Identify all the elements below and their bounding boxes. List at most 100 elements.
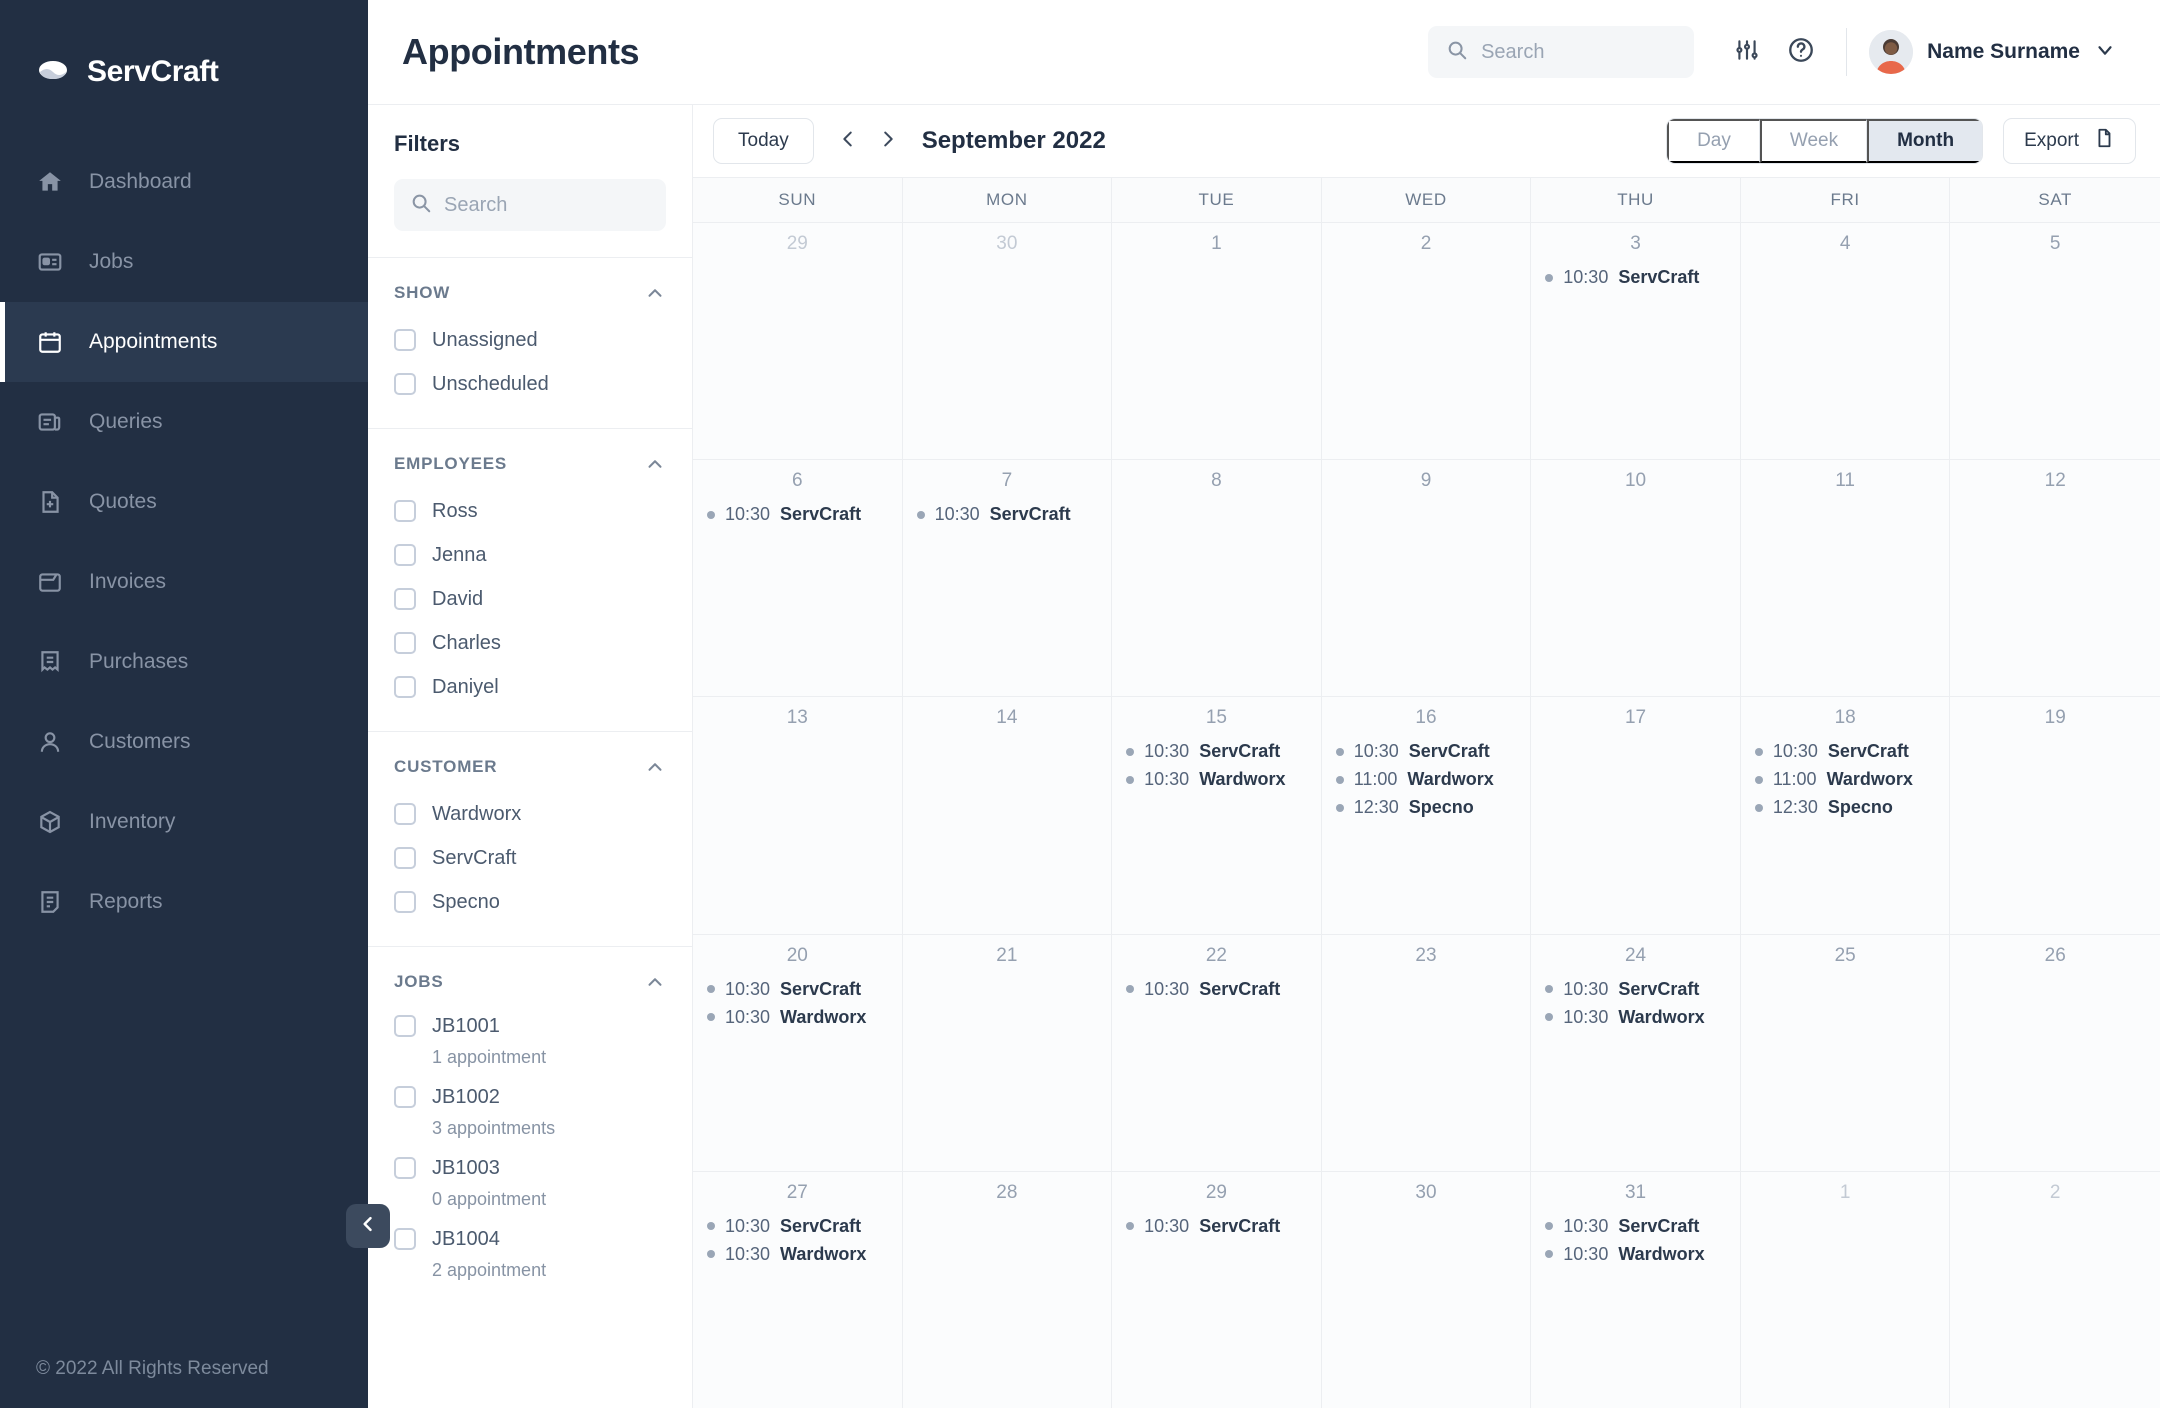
prev-month-button[interactable]	[828, 121, 868, 161]
view-day-button[interactable]: Day	[1667, 119, 1760, 163]
appointment-event[interactable]: 12:30 Specno	[1335, 797, 1517, 818]
sidebar-item-customers[interactable]: Customers	[0, 702, 368, 782]
appointment-event[interactable]: 12:30 Specno	[1754, 797, 1936, 818]
checkbox[interactable]	[394, 373, 416, 395]
checkbox[interactable]	[394, 676, 416, 698]
appointment-event[interactable]: 11:00 Wardworx	[1335, 769, 1517, 790]
sidebar-item-appointments[interactable]: Appointments	[0, 302, 368, 382]
filter-option-jb1004[interactable]: JB1004	[394, 1220, 666, 1264]
chevron-up-icon[interactable]	[644, 971, 666, 993]
checkbox[interactable]	[394, 588, 416, 610]
calendar-day-cell[interactable]: 29 10:30 ServCraft	[1112, 1171, 1322, 1408]
sidebar-item-invoices[interactable]: Invoices	[0, 542, 368, 622]
calendar-day-cell[interactable]: 20 10:30 ServCraft 10:30 Wardworx	[693, 934, 903, 1171]
filter-option-jb1001[interactable]: JB1001	[394, 1007, 666, 1051]
calendar-day-cell[interactable]: 7 10:30 ServCraft	[902, 460, 1113, 697]
filter-option-daniyel[interactable]: Daniyel	[394, 665, 666, 709]
calendar-day-cell[interactable]: 25	[1740, 934, 1951, 1171]
appointment-event[interactable]: 10:30 Wardworx	[1126, 769, 1307, 790]
checkbox[interactable]	[394, 1015, 416, 1037]
filter-option-unscheduled[interactable]: Unscheduled	[394, 362, 666, 406]
appointment-event[interactable]: 10:30 ServCraft	[707, 979, 888, 1000]
calendar-day-cell[interactable]: 22 10:30 ServCraft	[1112, 934, 1322, 1171]
calendar-day-cell[interactable]: 30	[1321, 1171, 1532, 1408]
calendar-day-cell[interactable]: 29	[693, 223, 903, 460]
appointment-event[interactable]: 10:30 ServCraft	[1545, 979, 1726, 1000]
appointment-event[interactable]: 10:30 ServCraft	[1126, 1216, 1307, 1237]
sidebar-item-inventory[interactable]: Inventory	[0, 782, 368, 862]
calendar-day-cell[interactable]: 2	[1950, 1171, 2160, 1408]
chevron-up-icon[interactable]	[644, 282, 666, 304]
appointment-event[interactable]: 10:30 Wardworx	[707, 1007, 888, 1028]
filter-group-header[interactable]: SHOW	[394, 282, 666, 304]
checkbox[interactable]	[394, 329, 416, 351]
appointment-event[interactable]: 10:30 ServCraft	[916, 504, 1098, 525]
calendar-day-cell[interactable]: 21	[902, 934, 1113, 1171]
calendar-day-cell[interactable]: 1	[1112, 223, 1322, 460]
filter-option-unassigned[interactable]: Unassigned	[394, 318, 666, 362]
calendar-day-cell[interactable]: 12	[1950, 460, 2160, 697]
calendar-day-cell[interactable]: 14	[902, 697, 1113, 934]
appointment-event[interactable]: 10:30 ServCraft	[1126, 979, 1307, 1000]
checkbox[interactable]	[394, 544, 416, 566]
appointment-event[interactable]: 11:00 Wardworx	[1754, 769, 1936, 790]
appointment-event[interactable]: 10:30 Wardworx	[707, 1244, 888, 1265]
sidebar-item-reports[interactable]: Reports	[0, 862, 368, 942]
filter-option-ross[interactable]: Ross	[394, 489, 666, 533]
settings-button[interactable]	[1724, 29, 1770, 75]
chevron-up-icon[interactable]	[644, 453, 666, 475]
calendar-day-cell[interactable]: 18 10:30 ServCraft 11:00 Wardworx 12:30 Specno	[1740, 697, 1951, 934]
chevron-up-icon[interactable]	[644, 756, 666, 778]
appointment-event[interactable]: 10:30 ServCraft	[1545, 267, 1726, 288]
calendar-day-cell[interactable]: 19	[1950, 697, 2160, 934]
checkbox[interactable]	[394, 632, 416, 654]
calendar-day-cell[interactable]: 5	[1950, 223, 2160, 460]
filter-option-servcraft[interactable]: ServCraft	[394, 836, 666, 880]
calendar-day-cell[interactable]: 27 10:30 ServCraft 10:30 Wardworx	[693, 1171, 903, 1408]
checkbox[interactable]	[394, 1086, 416, 1108]
checkbox[interactable]	[394, 1228, 416, 1250]
appointment-event[interactable]: 10:30 ServCraft	[1335, 741, 1517, 762]
sidebar-collapse-button[interactable]	[346, 1204, 390, 1248]
calendar-day-cell[interactable]: 24 10:30 ServCraft 10:30 Wardworx	[1531, 934, 1741, 1171]
view-week-button[interactable]: Week	[1759, 119, 1868, 163]
sidebar-item-quotes[interactable]: Quotes	[0, 462, 368, 542]
calendar-day-cell[interactable]: 10	[1531, 460, 1741, 697]
filter-option-specno[interactable]: Specno	[394, 880, 666, 924]
appointment-event[interactable]: 10:30 ServCraft	[1126, 741, 1307, 762]
calendar-day-cell[interactable]: 13	[693, 697, 903, 934]
calendar-day-cell[interactable]: 1	[1740, 1171, 1951, 1408]
calendar-day-cell[interactable]: 6 10:30 ServCraft	[693, 460, 903, 697]
filter-group-header[interactable]: JOBS	[394, 971, 666, 993]
sidebar-item-queries[interactable]: Queries	[0, 382, 368, 462]
calendar-day-cell[interactable]: 31 10:30 ServCraft 10:30 Wardworx	[1531, 1171, 1741, 1408]
brand[interactable]: ServCraft	[0, 0, 368, 100]
view-month-button[interactable]: Month	[1867, 119, 1983, 163]
calendar-day-cell[interactable]: 23	[1321, 934, 1532, 1171]
global-search[interactable]	[1428, 26, 1695, 78]
filter-group-header[interactable]: CUSTOMER	[394, 756, 666, 778]
sidebar-item-jobs[interactable]: Jobs	[0, 222, 368, 302]
calendar-day-cell[interactable]: 15 10:30 ServCraft 10:30 Wardworx	[1112, 697, 1322, 934]
calendar-day-cell[interactable]: 17	[1531, 697, 1741, 934]
filter-option-david[interactable]: David	[394, 577, 666, 621]
calendar-day-cell[interactable]: 30	[902, 223, 1113, 460]
checkbox[interactable]	[394, 500, 416, 522]
appointment-event[interactable]: 10:30 Wardworx	[1545, 1244, 1726, 1265]
filter-option-jb1003[interactable]: JB1003	[394, 1149, 666, 1193]
filter-option-jenna[interactable]: Jenna	[394, 533, 666, 577]
checkbox[interactable]	[394, 1157, 416, 1179]
filter-option-jb1002[interactable]: JB1002	[394, 1078, 666, 1122]
appointment-event[interactable]: 10:30 ServCraft	[707, 504, 888, 525]
calendar-day-cell[interactable]: 8	[1112, 460, 1322, 697]
calendar-day-cell[interactable]: 16 10:30 ServCraft 11:00 Wardworx 12:30 Specno	[1321, 697, 1532, 934]
appointment-event[interactable]: 10:30 Wardworx	[1545, 1007, 1726, 1028]
calendar-day-cell[interactable]: 11	[1740, 460, 1951, 697]
checkbox[interactable]	[394, 803, 416, 825]
sidebar-item-purchases[interactable]: Purchases	[0, 622, 368, 702]
appointment-event[interactable]: 10:30 ServCraft	[707, 1216, 888, 1237]
appointment-event[interactable]: 10:30 ServCraft	[1754, 741, 1936, 762]
filters-search-input[interactable]	[444, 193, 650, 217]
appointment-event[interactable]: 10:30 ServCraft	[1545, 1216, 1726, 1237]
calendar-day-cell[interactable]: 26	[1950, 934, 2160, 1171]
